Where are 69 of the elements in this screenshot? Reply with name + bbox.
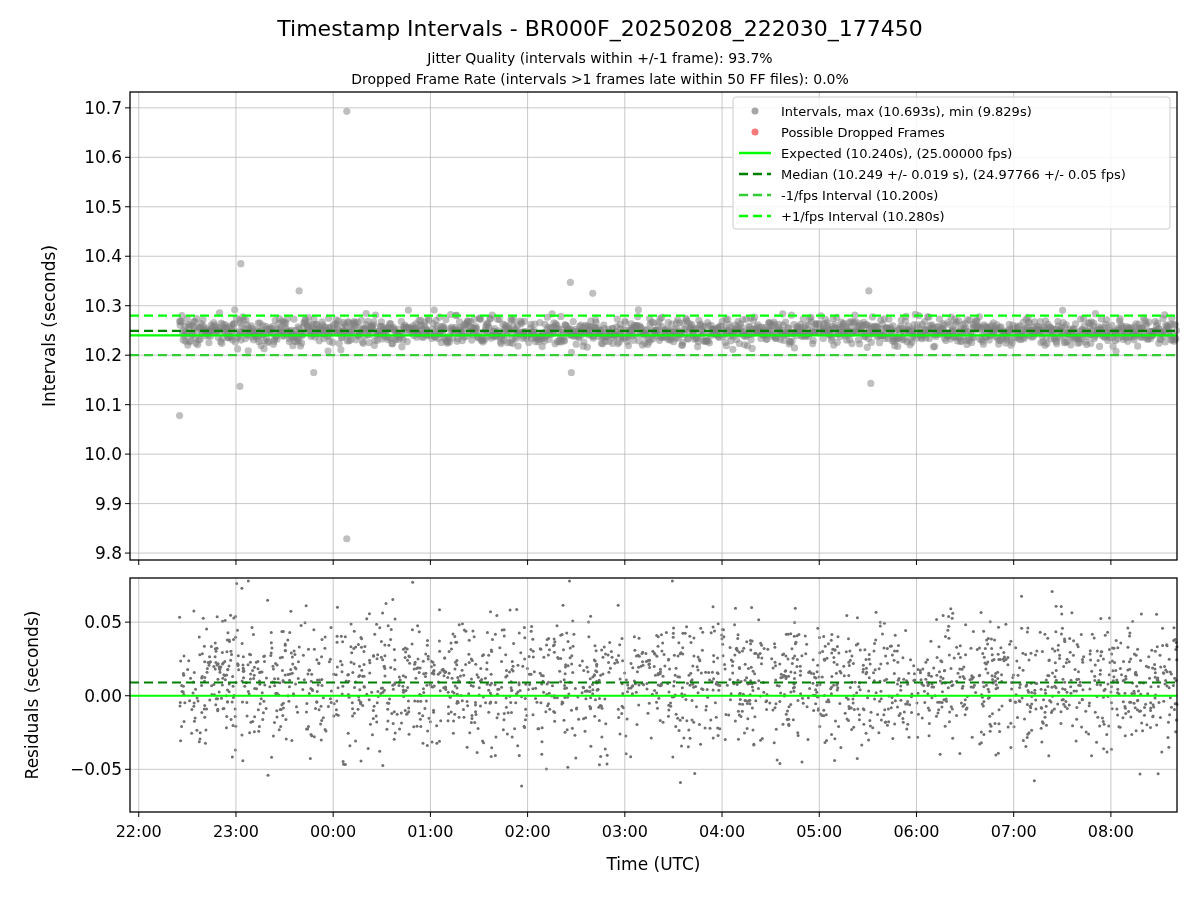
x-axis-label: Time (UTC) xyxy=(606,854,701,874)
y-tick-label: 10.5 xyxy=(84,196,122,217)
tick-mark xyxy=(124,354,131,356)
y-tick-label: 10.7 xyxy=(84,97,122,118)
tick-mark xyxy=(332,811,334,818)
figure-subtitle: Dropped Frame Rate (intervals >1 frames late within 50 FF files): 0.0% xyxy=(351,71,849,87)
tick-mark xyxy=(721,559,723,566)
tick-mark xyxy=(915,811,917,818)
figure-subtitle: Jitter Quality (intervals within +/-1 frame): 93.7% xyxy=(427,50,773,66)
tick-mark xyxy=(124,255,131,257)
tick-mark xyxy=(721,811,723,818)
x-tick-label: 01:00 xyxy=(407,822,454,841)
y-tick-label: 10.3 xyxy=(84,295,122,316)
x-tick-label: 07:00 xyxy=(990,822,1037,841)
y-tick-label: 0.00 xyxy=(84,685,122,706)
legend-label: Intervals, max (10.693s), min (9.829s) xyxy=(781,104,1032,119)
x-tick-label: 06:00 xyxy=(893,822,940,841)
y-axis-label: Residuals (seconds) xyxy=(22,610,42,780)
y-tick-label: 9.8 xyxy=(94,543,122,564)
legend-label: -1/fps Interval (10.200s) xyxy=(781,188,939,203)
legend-label: +1/fps Interval (10.280s) xyxy=(781,209,945,224)
tick-mark xyxy=(138,811,140,818)
tick-mark xyxy=(1013,811,1015,818)
y-tick-label: 10.0 xyxy=(84,444,122,465)
tick-mark xyxy=(818,559,820,566)
legend-label: Possible Dropped Frames xyxy=(781,125,945,140)
tick-mark xyxy=(124,768,131,770)
tick-mark xyxy=(915,559,917,566)
y-tick-label: 10.2 xyxy=(84,345,122,366)
tick-mark xyxy=(1110,811,1112,818)
y-axis-label: Intervals (seconds) xyxy=(39,244,59,408)
tick-mark xyxy=(124,621,131,623)
y-tick-label: 0.05 xyxy=(84,612,122,633)
y-tick-label: 10.1 xyxy=(84,394,122,415)
tick-mark xyxy=(124,695,131,697)
y-tick-label: 10.4 xyxy=(84,246,122,267)
tick-mark xyxy=(332,559,334,566)
tick-mark xyxy=(1013,559,1015,566)
tick-mark xyxy=(124,107,131,109)
tick-mark xyxy=(624,559,626,566)
y-tick-label: 10.6 xyxy=(84,147,122,168)
tick-mark xyxy=(235,559,237,566)
x-tick-label: 08:00 xyxy=(1087,822,1134,841)
tick-mark xyxy=(124,404,131,406)
tick-mark xyxy=(624,811,626,818)
tick-mark xyxy=(124,503,131,505)
tick-mark xyxy=(124,156,131,158)
y-tick-label: −0.05 xyxy=(69,759,122,780)
x-tick-label: 04:00 xyxy=(699,822,746,841)
x-tick-label: 22:00 xyxy=(115,822,162,841)
tick-mark xyxy=(235,811,237,818)
tick-mark xyxy=(124,206,131,208)
x-tick-label: 00:00 xyxy=(310,822,357,841)
tick-mark xyxy=(818,811,820,818)
x-tick-label: 23:00 xyxy=(212,822,259,841)
x-tick-label: 03:00 xyxy=(601,822,648,841)
tick-mark xyxy=(527,811,529,818)
x-tick-label: 05:00 xyxy=(796,822,843,841)
x-tick-label: 02:00 xyxy=(504,822,551,841)
legend-label: Expected (10.240s), (25.00000 fps) xyxy=(781,146,1013,161)
tick-mark xyxy=(124,453,131,455)
tick-mark xyxy=(124,305,131,307)
y-tick-label: 9.9 xyxy=(94,493,122,514)
tick-mark xyxy=(1110,559,1112,566)
tick-mark xyxy=(429,811,431,818)
tick-mark xyxy=(527,559,529,566)
figure-title: Timestamp Intervals - BR000F_20250208_222030_177450 xyxy=(277,16,923,41)
legend-label: Median (10.249 +/- 0.019 s), (24.97766 +/- 0.05 fps) xyxy=(781,167,1126,182)
tick-mark xyxy=(429,559,431,566)
